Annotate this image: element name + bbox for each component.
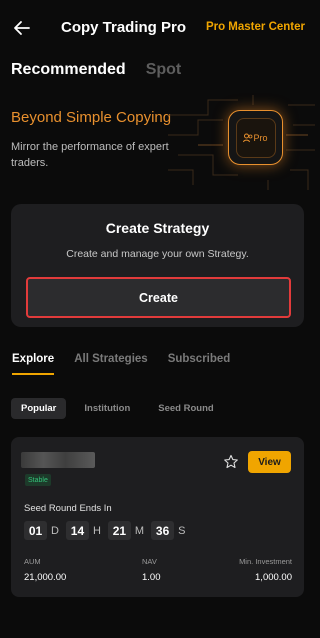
countdown-seconds-unit: S [178, 524, 186, 537]
banner-title: Beyond Simple Copying [11, 109, 172, 126]
create-strategy-card: Create Strategy Create and manage your o… [11, 204, 304, 327]
create-card-subtitle: Create and manage your own Strategy. [66, 248, 249, 260]
view-button[interactable]: View [248, 451, 291, 473]
nav-value: 1.00 [142, 572, 161, 583]
filter-pills: Popular Institution Seed Round [11, 398, 224, 419]
banner-subtitle: Mirror the performance of expert traders… [11, 141, 169, 169]
stable-badge: Stable [25, 474, 51, 486]
back-arrow-icon[interactable] [12, 18, 32, 38]
create-button[interactable]: Create [26, 277, 291, 318]
create-card-title: Create Strategy [105, 220, 210, 236]
filter-popular[interactable]: Popular [11, 398, 67, 419]
min-investment-label: Min. Investment [239, 557, 292, 566]
tab-subscribed[interactable]: Subscribed [168, 353, 231, 375]
people-icon [243, 133, 253, 142]
countdown-minutes-unit: M [134, 524, 145, 537]
min-investment-value: 1,000.00 [255, 572, 292, 583]
countdown-seconds: 36 [151, 521, 175, 540]
pro-logo-text: Pro [253, 132, 268, 143]
countdown-hours: 14 [65, 521, 89, 540]
explore-tabs: Explore All Strategies Subscribed [12, 353, 230, 375]
redacted-strategy-name [21, 452, 95, 468]
star-icon[interactable] [223, 454, 239, 470]
tab-recommended[interactable]: Recommended [11, 61, 126, 79]
pro-master-center-link[interactable]: Pro Master Center [206, 21, 305, 33]
tab-explore[interactable]: Explore [12, 353, 55, 375]
tab-all-strategies[interactable]: All Strategies [74, 353, 148, 375]
pro-logo-icon: Pro [235, 117, 276, 158]
countdown-hours-unit: H [92, 524, 101, 537]
pro-logo-tile: Pro [228, 110, 283, 165]
top-tabs: Recommended Spot [11, 61, 181, 85]
aum-value: 21,000.00 [24, 572, 67, 583]
strategy-card[interactable]: Stable View Seed Round Ends In 01 D 14 H… [11, 437, 304, 597]
header: Copy Trading Pro Pro Master Center [0, 0, 315, 56]
page-title: Copy Trading Pro [61, 19, 187, 36]
filter-institution[interactable]: Institution [74, 398, 140, 419]
countdown-minutes: 21 [107, 521, 131, 540]
filter-seed-round[interactable]: Seed Round [148, 398, 223, 419]
aum-label: AUM [24, 557, 41, 566]
seed-round-label: Seed Round Ends In [24, 503, 112, 514]
countdown-days: 01 [24, 521, 47, 540]
nav-label: NAV [142, 557, 157, 566]
countdown-days-unit: D [51, 524, 59, 537]
countdown-timer: 01 D 14 H 21 M 36 S [24, 521, 188, 540]
tab-spot[interactable]: Spot [146, 61, 182, 79]
